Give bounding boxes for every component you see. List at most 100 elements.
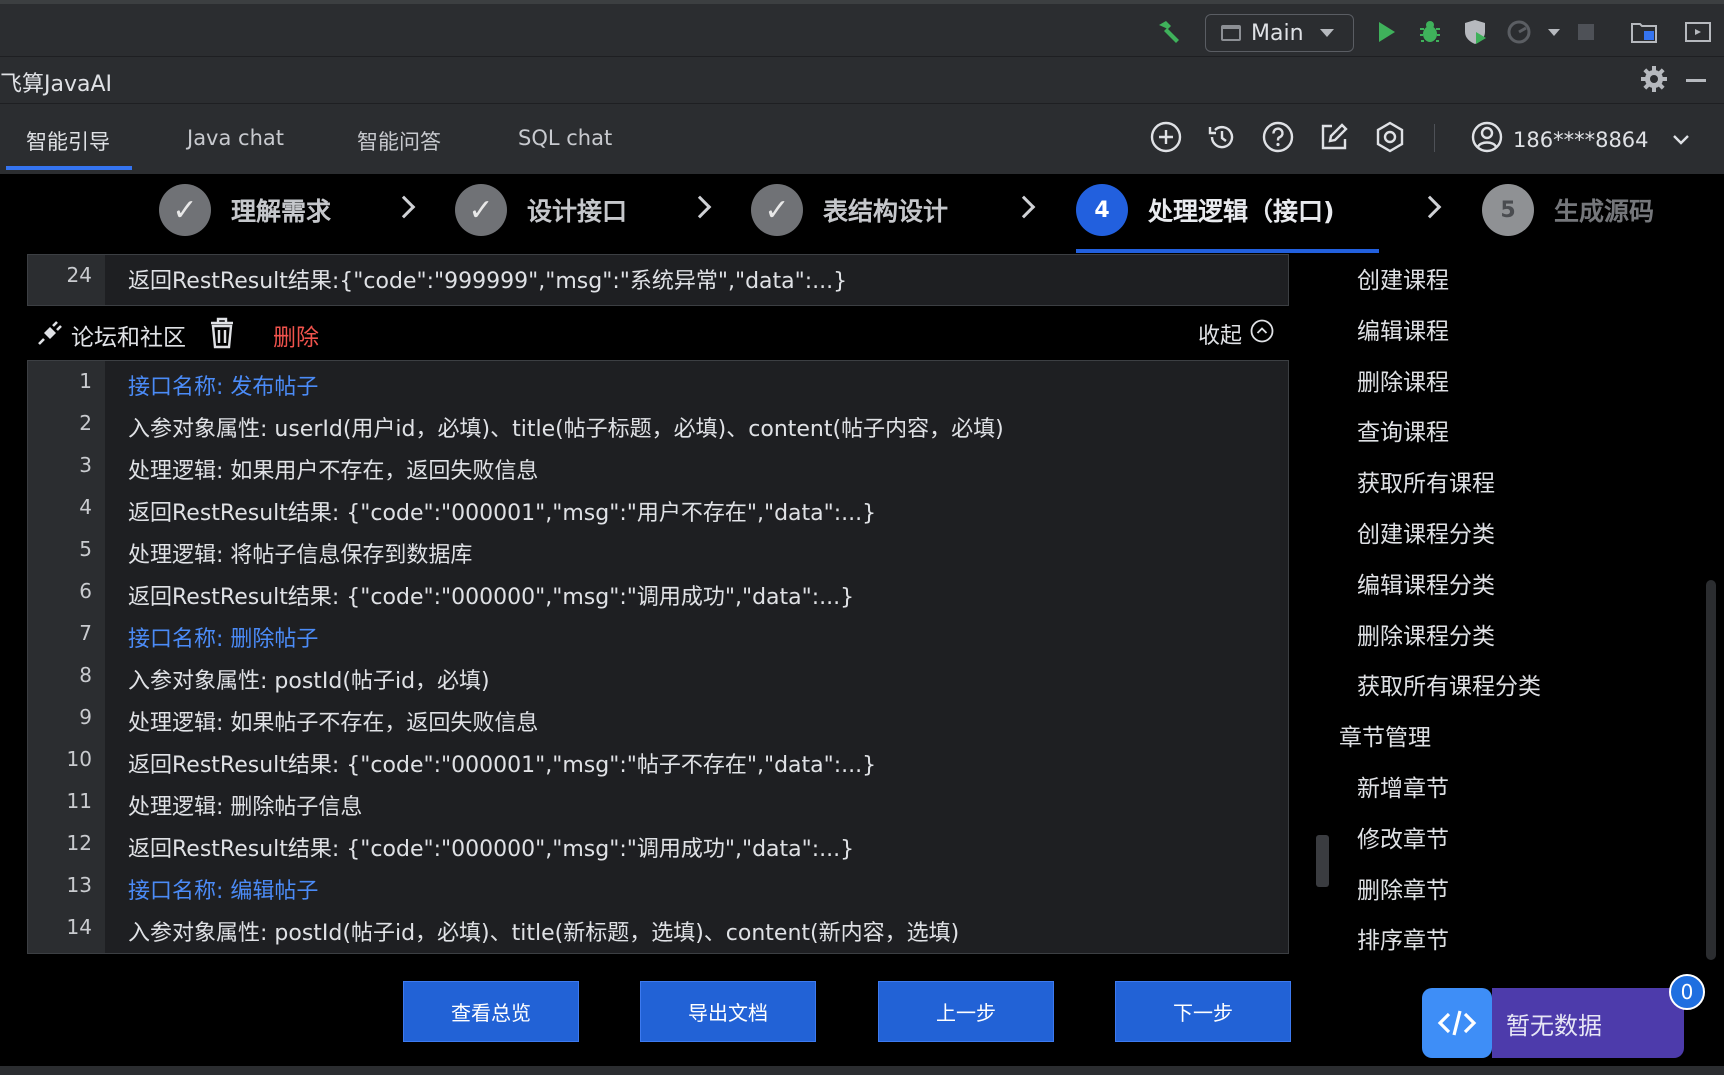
- plug-icon: [37, 320, 63, 350]
- header-divider: [1434, 124, 1435, 152]
- step-design-interface[interactable]: ✓ 设计接口: [455, 184, 627, 236]
- line-number: 24: [66, 263, 92, 287]
- trash-icon[interactable]: [209, 317, 235, 353]
- window-icon: [1221, 25, 1241, 41]
- step-check-icon: ✓: [455, 184, 507, 236]
- step-check-icon: ✓: [751, 184, 803, 236]
- sidebar-item[interactable]: 查询课程: [1357, 413, 1449, 447]
- sidebar-item[interactable]: 编辑课程分类: [1357, 566, 1495, 600]
- ide-toolbar: Main: [0, 0, 1724, 57]
- delete-link[interactable]: 删除: [273, 318, 319, 352]
- sidebar-item[interactable]: 排序章节: [1357, 921, 1449, 955]
- debug-bug-icon[interactable]: [1416, 18, 1444, 46]
- line-number: 2: [79, 411, 92, 435]
- code-line: 3 处理逻辑: 如果用户不存在，返回失败信息: [28, 453, 1288, 495]
- line-text: 返回RestResult结果: {"code":"000000","msg":"…: [128, 837, 855, 862]
- run-config-selector[interactable]: Main: [1205, 14, 1354, 52]
- line-number: 11: [66, 789, 92, 813]
- tab-java-chat[interactable]: Java chat: [187, 126, 284, 150]
- line-number: 6: [79, 579, 92, 603]
- code-line: 12 返回RestResult结果: {"code":"000000","msg"…: [28, 831, 1288, 873]
- previous-code-block[interactable]: 24 返回RestResult结果:{"code":"999999","msg"…: [27, 254, 1289, 306]
- plugin-tab-bar: 智能引导 Java chat 智能问答 SQL chat: [0, 104, 1724, 174]
- previous-step-button[interactable]: 上一步: [878, 981, 1054, 1042]
- line-text: 处理逻辑: 如果用户不存在，返回失败信息: [128, 459, 539, 484]
- gear-icon[interactable]: [1640, 65, 1668, 97]
- sidebar-item[interactable]: 创建课程: [1357, 261, 1449, 295]
- sidebar-item[interactable]: 创建课程分类: [1357, 515, 1495, 549]
- sidebar-item[interactable]: 删除课程: [1357, 363, 1449, 397]
- code-editor-block[interactable]: 1 接口名称: 发布帖子 2 入参对象属性: userId(用户id，必填)、titl…: [27, 360, 1289, 954]
- sidebar-item[interactable]: 删除课程分类: [1357, 617, 1495, 651]
- coverage-shield-icon[interactable]: [1461, 18, 1489, 46]
- step-table-design[interactable]: ✓ 表结构设计: [751, 184, 948, 236]
- line-text: 返回RestResult结果: {"code":"000000","msg":"…: [128, 585, 855, 610]
- line-text: 处理逻辑: 如果帖子不存在，返回失败信息: [128, 711, 539, 736]
- minimize-icon[interactable]: [1686, 79, 1706, 82]
- code-line: 10 返回RestResult结果: {"code":"000001","msg"…: [28, 747, 1288, 789]
- presentation-icon[interactable]: [1684, 18, 1712, 46]
- tab-smart-guide[interactable]: 智能引导: [26, 126, 110, 156]
- code-line: 7 接口名称: 删除帖子: [28, 621, 1288, 663]
- line-number: 7: [79, 621, 92, 645]
- tab-smart-qa[interactable]: 智能问答: [357, 126, 441, 156]
- chevron-down-icon[interactable]: [1540, 18, 1568, 46]
- code-line: 8 入参对象属性: postId(帖子id，必填): [28, 663, 1288, 705]
- section-title: 论坛和社区: [71, 325, 186, 351]
- code-line: 5 处理逻辑: 将帖子信息保存到数据库: [28, 537, 1288, 579]
- history-icon[interactable]: [1206, 121, 1238, 153]
- view-overview-button[interactable]: 查看总览: [403, 981, 579, 1042]
- line-text: 入参对象属性: postId(帖子id，必填)、title(新标题，选填)、co…: [128, 921, 960, 946]
- line-number: 9: [79, 705, 92, 729]
- line-number: 12: [66, 831, 92, 855]
- notification-badge: 0: [1669, 974, 1705, 1010]
- sidebar-item[interactable]: 新增章节: [1357, 769, 1449, 803]
- chevron-down-icon: [1319, 29, 1334, 37]
- floating-code-widget[interactable]: 暂无数据: [1422, 988, 1684, 1058]
- sidebar-item[interactable]: 获取所有课程: [1357, 464, 1495, 498]
- step-label: 设计接口: [527, 197, 628, 226]
- next-step-button[interactable]: 下一步: [1115, 981, 1291, 1042]
- panel-scrollbar[interactable]: [1706, 580, 1716, 960]
- line-number: 5: [79, 537, 92, 561]
- step-processing-logic[interactable]: 4 处理逻辑（接口): [1076, 184, 1334, 236]
- step-generate-source[interactable]: 5 生成源码: [1482, 184, 1654, 236]
- sidebar-item[interactable]: 获取所有课程分类: [1357, 667, 1541, 701]
- code-line: 14 入参对象属性: postId(帖子id，必填)、title(新标题，选填)、…: [28, 915, 1288, 953]
- code-line: 11 处理逻辑: 删除帖子信息: [28, 789, 1288, 831]
- line-number: 4: [79, 495, 92, 519]
- build-hammer-icon[interactable]: [1155, 18, 1183, 46]
- tool-window-titlebar: 飞算JavaAI: [0, 57, 1724, 104]
- sidebar-item[interactable]: 删除章节: [1357, 871, 1449, 905]
- line-text: 处理逻辑: 将帖子信息保存到数据库: [128, 543, 473, 568]
- project-structure-icon[interactable]: [1630, 18, 1658, 46]
- step-check-icon: ✓: [159, 184, 211, 236]
- profile-icon[interactable]: [1505, 18, 1533, 46]
- sidebar-group-header[interactable]: 章节管理: [1339, 718, 1431, 752]
- line-text: 返回RestResult结果: {"code":"000001","msg":"…: [128, 501, 877, 526]
- line-number: 1: [79, 369, 92, 393]
- export-document-button[interactable]: 导出文档: [640, 981, 816, 1042]
- run-icon[interactable]: [1372, 18, 1400, 46]
- settings-icon[interactable]: [1374, 121, 1406, 153]
- tab-sql-chat[interactable]: SQL chat: [518, 126, 612, 150]
- sidebar-item[interactable]: 编辑课程: [1357, 312, 1449, 346]
- code-brackets-icon: [1422, 988, 1492, 1058]
- add-icon[interactable]: [1150, 121, 1182, 153]
- collapse-label: 收起: [1197, 324, 1242, 349]
- step-understand-requirements[interactable]: ✓ 理解需求: [159, 184, 331, 236]
- run-config-label: Main: [1251, 20, 1304, 46]
- stop-icon[interactable]: [1572, 18, 1600, 46]
- user-avatar-icon: [1471, 121, 1503, 158]
- help-icon[interactable]: [1262, 121, 1294, 153]
- active-tab-indicator: [6, 166, 132, 170]
- edit-icon[interactable]: [1318, 121, 1350, 153]
- collapse-toggle[interactable]: 收起: [1198, 318, 1274, 350]
- sidebar-scroll-thumb[interactable]: [1316, 835, 1329, 887]
- tool-window-title: 飞算JavaAI: [0, 72, 113, 97]
- line-number: 14: [66, 915, 92, 939]
- chevron-down-icon: [1671, 128, 1691, 152]
- widget-status-text: 暂无数据: [1492, 988, 1684, 1058]
- sidebar-item[interactable]: 修改章节: [1357, 820, 1449, 854]
- user-account-menu[interactable]: 186****8864: [1471, 121, 1691, 158]
